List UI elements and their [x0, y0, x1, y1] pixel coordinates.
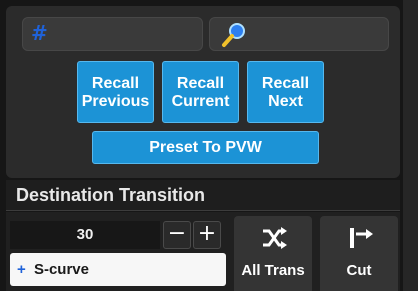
cut-label: Cut: [346, 262, 372, 279]
transition-curve-selector[interactable]: + S-curve: [10, 253, 226, 286]
recall-previous-button[interactable]: Recall Previous: [77, 61, 154, 123]
all-trans-label: All Trans: [241, 262, 305, 279]
destination-transition-header: Destination Transition: [6, 180, 400, 211]
preset-to-pvw-button[interactable]: Preset To PVW: [92, 131, 319, 164]
recall-next-label-2: Next: [268, 93, 303, 110]
recall-current-button[interactable]: Recall Current: [162, 61, 239, 123]
recall-previous-label-2: Previous: [81, 93, 150, 110]
recall-previous-label-1: Recall: [91, 75, 140, 92]
recall-current-label-1: Recall: [176, 75, 225, 92]
duration-decrease-button[interactable]: −: [163, 221, 191, 249]
transition-duration-field[interactable]: 30: [10, 221, 160, 249]
recall-next-button[interactable]: Recall Next: [247, 61, 324, 123]
recall-next-label-1: Recall: [261, 75, 310, 92]
duration-increase-button[interactable]: +: [193, 221, 221, 249]
expand-icon: +: [17, 261, 26, 278]
scrollbar[interactable]: [403, 0, 418, 291]
recall-current-label-2: Current: [171, 93, 230, 110]
magnifier-icon: [222, 23, 245, 47]
all-trans-button[interactable]: All Trans: [234, 216, 312, 291]
search-input[interactable]: [209, 17, 389, 51]
hash-icon: #: [31, 21, 48, 45]
shuffle-icon: [263, 227, 287, 249]
cut-button[interactable]: Cut: [320, 216, 398, 291]
curve-label: S-curve: [33, 261, 89, 278]
number-input[interactable]: #: [22, 17, 203, 51]
cut-icon: [350, 228, 373, 248]
